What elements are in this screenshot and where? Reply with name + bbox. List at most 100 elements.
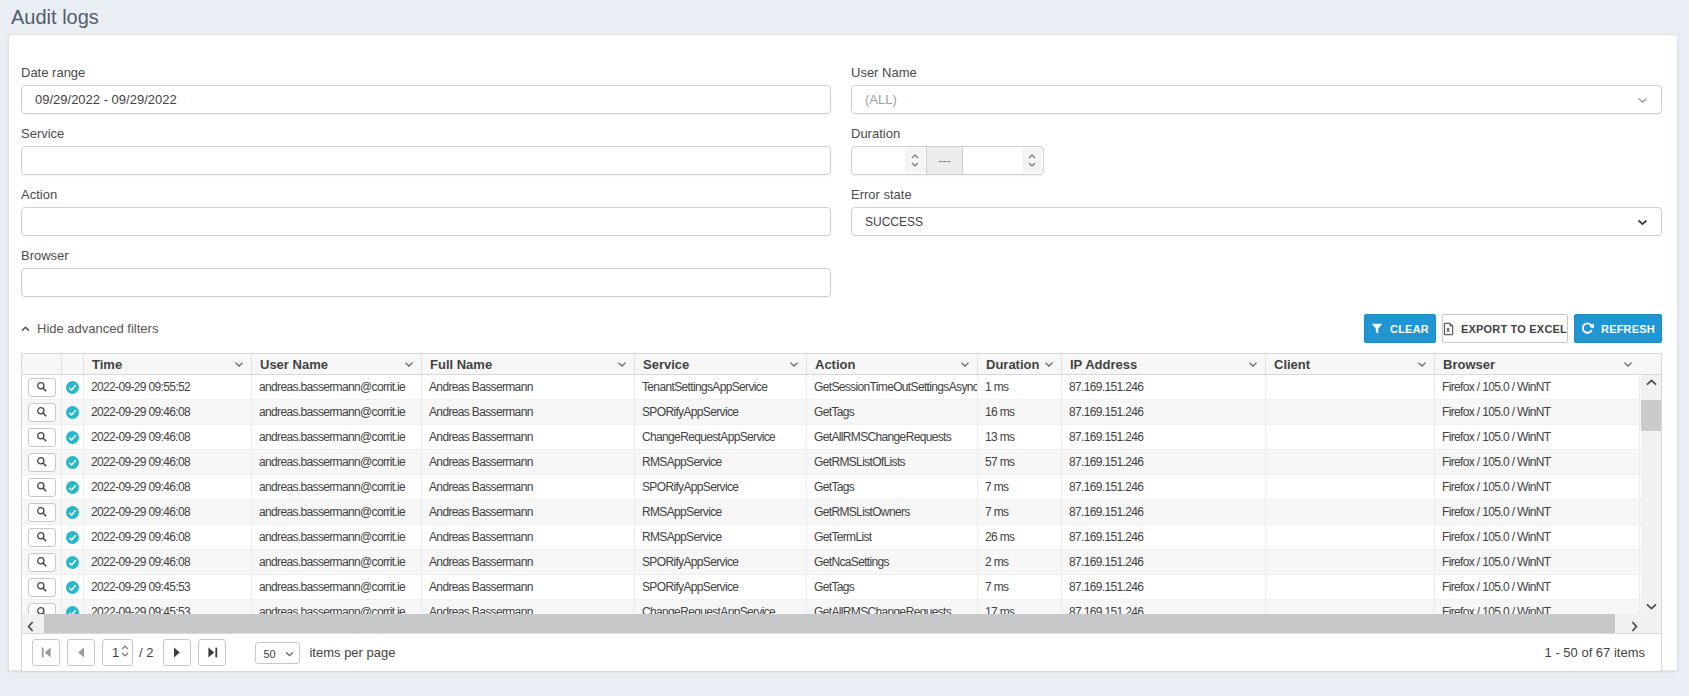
chevron-up-icon <box>911 154 919 159</box>
previous-page-button[interactable] <box>67 639 95 666</box>
vertical-scrollbar[interactable] <box>1641 375 1661 614</box>
user-name-select[interactable]: (ALL) <box>851 85 1662 114</box>
cell-user-name: andreas.bassermann@corrit.ie <box>252 425 422 449</box>
column-title: Full Name <box>430 357 492 372</box>
table-row: 2022-09-29 09:46:08andreas.bassermann@co… <box>22 500 1661 525</box>
cell-full-name: Andreas Bassermann <box>422 500 635 524</box>
success-check-icon <box>66 606 79 615</box>
scroll-left-arrow-icon[interactable] <box>27 618 34 636</box>
clear-button[interactable]: CLEAR <box>1364 314 1436 343</box>
column-header-client[interactable]: Client <box>1266 354 1435 374</box>
page-number-spinner[interactable] <box>121 645 129 657</box>
cell-service: TenantSettingsAppService <box>635 375 807 399</box>
table-row: 2022-09-29 09:46:08andreas.bassermann@co… <box>22 450 1661 475</box>
success-check-icon <box>66 581 79 594</box>
cell-time: 2022-09-29 09:46:08 <box>84 425 252 449</box>
column-header-user-name[interactable]: User Name <box>252 354 422 374</box>
hide-advanced-filters-link[interactable]: Hide advanced filters <box>21 321 158 336</box>
horizontal-scrollbar-thumb[interactable] <box>44 614 1615 633</box>
row-detail-button[interactable] <box>28 503 56 522</box>
column-title: Action <box>815 357 855 372</box>
row-detail-button[interactable] <box>28 403 56 422</box>
row-detail-button[interactable] <box>28 378 56 397</box>
cell-service: SPORifyAppService <box>635 575 807 599</box>
first-page-button[interactable] <box>32 639 60 666</box>
chevron-down-icon <box>234 361 244 368</box>
column-header-status <box>62 354 84 374</box>
cell-action: GetTags <box>807 400 978 424</box>
column-header-browser[interactable]: Browser <box>1435 354 1640 374</box>
column-title: Service <box>643 357 689 372</box>
cell-client <box>1266 600 1435 614</box>
vertical-scrollbar-thumb[interactable] <box>1641 400 1661 431</box>
error-state-select[interactable]: SUCCESS <box>851 207 1662 236</box>
horizontal-scrollbar[interactable] <box>22 614 1661 633</box>
column-title: Duration <box>986 357 1039 372</box>
chevron-down-icon <box>121 652 129 657</box>
action-input[interactable] <box>21 207 831 236</box>
browser-input[interactable] <box>21 268 831 297</box>
cell-action: GetTags <box>807 575 978 599</box>
page-number-input[interactable]: 1 <box>102 639 133 666</box>
date-range-input[interactable]: 09/29/2022 - 09/29/2022 <box>21 85 831 114</box>
chevron-down-icon <box>285 651 294 657</box>
column-header-full-name[interactable]: Full Name <box>422 354 635 374</box>
duration-to-input[interactable] <box>963 147 1043 174</box>
filter-icon <box>1371 323 1383 335</box>
scroll-up-arrow-icon[interactable] <box>1641 379 1661 386</box>
refresh-button[interactable]: REFRESH <box>1574 314 1662 343</box>
error-state-field: Error state SUCCESS <box>851 187 1662 236</box>
row-detail-button[interactable] <box>28 453 56 472</box>
row-detail-button[interactable] <box>28 553 56 572</box>
cell-expand <box>22 450 62 474</box>
duration-from-input[interactable] <box>852 147 927 174</box>
row-detail-button[interactable] <box>28 478 56 497</box>
column-header-service[interactable]: Service <box>635 354 807 374</box>
success-check-icon <box>66 381 79 394</box>
previous-page-icon <box>77 647 85 658</box>
cell-expand <box>22 575 62 599</box>
magnifier-icon <box>36 556 48 568</box>
svg-text:x: x <box>1446 326 1450 333</box>
service-input[interactable] <box>21 146 831 175</box>
last-page-button[interactable] <box>198 639 226 666</box>
cell-ip-address: 87.169.151.246 <box>1062 450 1266 474</box>
duration-to-spinner[interactable] <box>1022 148 1042 173</box>
chevron-down-icon <box>617 361 627 368</box>
chevron-down-icon <box>1044 361 1054 368</box>
next-page-button[interactable] <box>163 639 191 666</box>
cell-full-name: Andreas Bassermann <box>422 450 635 474</box>
cell-ip-address: 87.169.151.246 <box>1062 550 1266 574</box>
cell-ip-address: 87.169.151.246 <box>1062 500 1266 524</box>
column-header-time[interactable]: Time <box>84 354 252 374</box>
cell-user-name: andreas.bassermann@corrit.ie <box>252 525 422 549</box>
chevron-down-icon <box>404 361 414 368</box>
filters-section: Date range 09/29/2022 - 09/29/2022 Servi… <box>21 65 1677 309</box>
last-page-icon <box>207 647 218 658</box>
duration-range-group: --- <box>851 146 1044 175</box>
grid-body: 2022-09-29 09:55:52andreas.bassermann@co… <box>22 375 1661 614</box>
column-header-ip-address[interactable]: IP Address <box>1062 354 1266 374</box>
cell-client <box>1266 500 1435 524</box>
table-row: 2022-09-29 09:46:08andreas.bassermann@co… <box>22 550 1661 575</box>
magnifier-icon <box>36 531 48 543</box>
cell-expand <box>22 550 62 574</box>
row-detail-button[interactable] <box>28 428 56 447</box>
audit-logs-panel: Date range 09/29/2022 - 09/29/2022 Servi… <box>8 34 1678 671</box>
row-detail-button[interactable] <box>28 528 56 547</box>
scroll-right-arrow-icon[interactable] <box>1631 618 1638 636</box>
row-detail-button[interactable] <box>28 603 56 615</box>
cell-browser: Firefox / 105.0 / WinNT <box>1435 400 1640 424</box>
cell-ip-address: 87.169.151.246 <box>1062 475 1266 499</box>
magnifier-icon <box>36 581 48 593</box>
duration-from-spinner[interactable] <box>905 148 925 173</box>
column-header-duration[interactable]: Duration <box>978 354 1062 374</box>
scroll-down-arrow-icon[interactable] <box>1641 603 1661 610</box>
date-range-field: Date range 09/29/2022 - 09/29/2022 <box>21 65 831 114</box>
column-header-action[interactable]: Action <box>807 354 978 374</box>
row-detail-button[interactable] <box>28 578 56 597</box>
page-size-select[interactable]: 50 <box>255 642 300 664</box>
duration-label: Duration <box>851 126 1662 142</box>
export-to-excel-button[interactable]: x EXPORT TO EXCEL <box>1442 314 1568 343</box>
chevron-down-icon <box>960 361 970 368</box>
